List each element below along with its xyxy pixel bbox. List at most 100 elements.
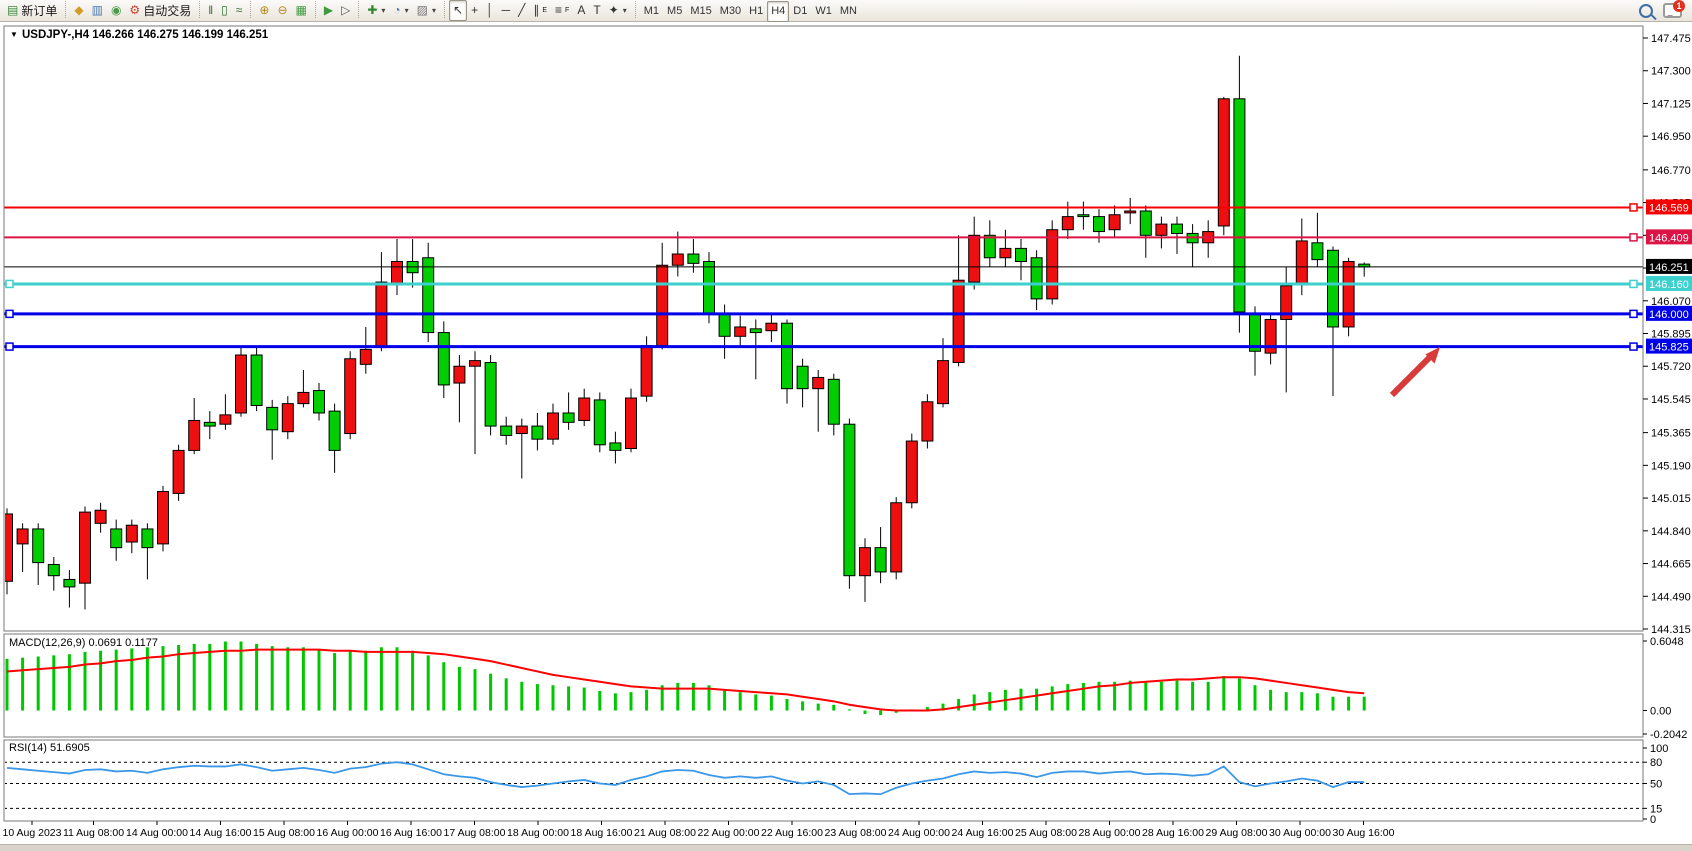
time-tick-label: 24 Aug 16:00 bbox=[952, 827, 1014, 839]
bull-candle-body bbox=[922, 402, 933, 441]
bull-candle-body bbox=[470, 361, 481, 367]
text-button[interactable]: A bbox=[573, 0, 589, 21]
vertical-line-icon: │ bbox=[486, 4, 494, 16]
bear-candle-body bbox=[1140, 211, 1151, 235]
templates-button[interactable]: ▨▾ bbox=[413, 0, 440, 21]
macd-tick-label: 0.00 bbox=[1650, 706, 1671, 718]
bull-candle-body bbox=[282, 404, 293, 432]
level-line-handle[interactable] bbox=[1630, 234, 1637, 241]
level-line-handle[interactable] bbox=[1630, 343, 1637, 350]
crosshair-button[interactable]: + bbox=[467, 0, 482, 21]
price-tick-label: 145.365 bbox=[1651, 428, 1691, 440]
toolbar-separator bbox=[358, 1, 359, 18]
arrow-objects-icon: ✦ bbox=[609, 4, 619, 16]
level-price-label: 145.825 bbox=[1646, 339, 1692, 354]
bull-candle-body bbox=[579, 398, 590, 420]
text-label-button[interactable]: T bbox=[589, 0, 604, 21]
bull-candle-body bbox=[735, 327, 746, 336]
arrows-button-dropdown-icon[interactable]: ▾ bbox=[623, 6, 627, 15]
market-watch-button[interactable]: ▥ bbox=[88, 0, 107, 21]
bar-chart-button[interactable]: ‖ bbox=[204, 0, 217, 21]
bear-candle-body bbox=[828, 379, 839, 424]
bull-candle-body bbox=[189, 420, 200, 450]
bear-candle-body bbox=[267, 407, 278, 429]
arrows-button[interactable]: ✦▾ bbox=[605, 0, 631, 21]
time-tick-label: 10 Aug 2023 bbox=[3, 827, 62, 839]
bear-candle-body bbox=[142, 529, 153, 548]
bull-candle-body bbox=[1343, 261, 1354, 326]
profile-button[interactable]: ◆ bbox=[70, 0, 87, 21]
periods-button[interactable]: ◔▾ bbox=[389, 0, 412, 21]
bear-candle-body bbox=[1312, 243, 1323, 260]
level-price-label: 146.000 bbox=[1646, 306, 1692, 321]
price-tick-label: 146.950 bbox=[1651, 131, 1691, 143]
tf-w1-button[interactable]: W1 bbox=[811, 1, 836, 22]
templates-button-dropdown-icon[interactable]: ▾ bbox=[432, 6, 436, 15]
symbol-ohlc-title: USDJPY-,H4 146.266 146.275 146.199 146.2… bbox=[22, 29, 269, 41]
bear-candle-body bbox=[594, 400, 605, 445]
vertical-line-button[interactable]: │ bbox=[482, 0, 498, 21]
indicators-button-dropdown-icon[interactable]: ▾ bbox=[381, 6, 385, 15]
tf-h1-button[interactable]: H1 bbox=[745, 1, 767, 22]
chat-button[interactable]: 1 bbox=[1663, 4, 1681, 18]
line-chart-button[interactable]: ≈ bbox=[232, 0, 247, 21]
level-line-handle[interactable] bbox=[6, 343, 13, 350]
time-tick-label: 24 Aug 00:00 bbox=[888, 827, 950, 839]
periods-button-dropdown-icon[interactable]: ▾ bbox=[405, 6, 409, 15]
tf-mn-button[interactable]: MN bbox=[836, 1, 861, 22]
zoom-out-button[interactable]: ⊖ bbox=[273, 0, 291, 21]
main-toolbar: ▤新订单◆▥◉⚙自动交易‖▯≈⊕⊖▦▶▷✚▾◔▾▨▾↖+│─╱∥E≡FAT✦▾M… bbox=[0, 0, 1692, 22]
level-line-handle[interactable] bbox=[1630, 310, 1637, 317]
signals-button[interactable]: ◉ bbox=[107, 0, 125, 21]
trendline-button[interactable]: ╱ bbox=[514, 0, 529, 21]
tf-m1-button[interactable]: M1 bbox=[640, 1, 663, 22]
bull-candle-body bbox=[1000, 248, 1011, 257]
equidistant-channel-button[interactable]: ∥E bbox=[529, 0, 551, 21]
bear-candle-body bbox=[797, 366, 808, 388]
chart-window: 147.475147.300147.125146.950146.770146.5… bbox=[0, 22, 1692, 844]
cursor-button[interactable]: ↖ bbox=[449, 0, 467, 21]
candlestick-button[interactable]: ▯ bbox=[217, 0, 232, 21]
tf-d1-button[interactable]: D1 bbox=[789, 1, 811, 22]
indicators-button[interactable]: ✚▾ bbox=[363, 0, 389, 21]
search-icon[interactable] bbox=[1639, 4, 1653, 18]
level-line-handle[interactable] bbox=[6, 280, 13, 287]
level-price-label-text: 146.160 bbox=[1649, 279, 1689, 291]
tf-h4-button[interactable]: H4 bbox=[767, 1, 789, 22]
level-line-handle[interactable] bbox=[1630, 280, 1637, 287]
chart-canvas[interactable]: 147.475147.300147.125146.950146.770146.5… bbox=[0, 22, 1692, 844]
chart-shift-button[interactable]: ▷ bbox=[337, 0, 354, 21]
bull-candle-body bbox=[236, 355, 247, 413]
tf-m5-button[interactable]: M5 bbox=[663, 1, 686, 22]
candle bbox=[173, 445, 184, 501]
zoom-in-button[interactable]: ⊕ bbox=[255, 0, 273, 21]
time-tick-label: 14 Aug 00:00 bbox=[126, 827, 188, 839]
tile-windows-button[interactable]: ▦ bbox=[292, 0, 311, 21]
macd-tick-label: 0.6048 bbox=[1650, 636, 1684, 648]
bear-candle-body bbox=[1031, 258, 1042, 299]
bull-candle-body bbox=[1062, 217, 1073, 230]
horizontal-line-button[interactable]: ─ bbox=[498, 0, 515, 21]
fibonacci-button[interactable]: ≡F bbox=[551, 0, 573, 21]
symbol-expand-icon[interactable]: ▼ bbox=[10, 30, 18, 39]
tf-m15-button[interactable]: M15 bbox=[686, 1, 715, 22]
bull-candle-body bbox=[95, 510, 106, 523]
new-order-button[interactable]: ▤新订单 bbox=[3, 0, 61, 21]
bear-candle-body bbox=[782, 323, 793, 388]
price-tick-label: 147.125 bbox=[1651, 98, 1691, 110]
tf-m1-button-label: M1 bbox=[644, 5, 659, 17]
time-tick-label: 15 Aug 08:00 bbox=[253, 827, 315, 839]
candle bbox=[236, 346, 247, 417]
bear-candle-body bbox=[438, 333, 449, 385]
toolbar-separator bbox=[635, 1, 636, 18]
level-line-handle[interactable] bbox=[6, 310, 13, 317]
bear-candle-body bbox=[719, 314, 730, 336]
bull-candle-body bbox=[1156, 224, 1167, 235]
auto-scroll-button[interactable]: ▶ bbox=[320, 0, 337, 21]
time-tick-label: 14 Aug 16:00 bbox=[190, 827, 252, 839]
candle bbox=[626, 389, 637, 453]
tf-m30-button[interactable]: M30 bbox=[716, 1, 745, 22]
auto-trading-button[interactable]: ⚙自动交易 bbox=[125, 0, 195, 21]
level-line-handle[interactable] bbox=[1630, 204, 1637, 211]
candlestick-icon: ▯ bbox=[221, 4, 228, 16]
